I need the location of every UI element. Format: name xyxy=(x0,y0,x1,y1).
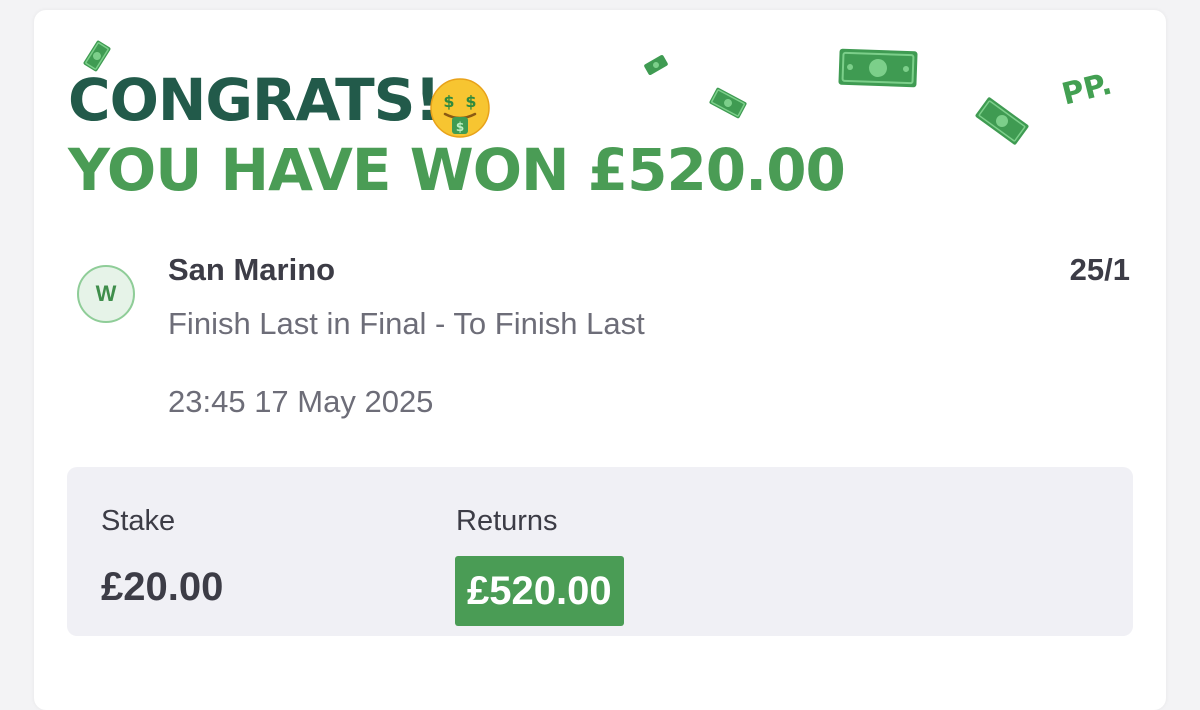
stake-label: Stake xyxy=(101,505,176,537)
market-name: Finish Last in Final - To Finish Last xyxy=(168,306,645,341)
banknote-icon xyxy=(709,87,747,119)
banknote-icon xyxy=(838,48,918,88)
returns-value: £520.00 xyxy=(455,556,624,626)
event-datetime: 23:45 17 May 2025 xyxy=(168,384,434,419)
returns-label: Returns xyxy=(456,505,558,537)
win-status-badge: W xyxy=(77,265,135,323)
banknote-icon xyxy=(975,97,1029,145)
money-mouth-face-icon: $ $ $ xyxy=(430,78,490,138)
banknote-icon xyxy=(644,55,668,75)
svg-text:$: $ xyxy=(456,120,464,134)
stake-value: £20.00 xyxy=(101,565,224,609)
svg-text:$: $ xyxy=(443,92,454,111)
odds-value: 25/1 xyxy=(1069,252,1130,287)
congrats-heading: CONGRATS! xyxy=(68,66,441,134)
win-amount-heading: YOU HAVE WON £520.00 xyxy=(68,136,846,204)
selection-name: San Marino xyxy=(168,252,336,287)
svg-text:$: $ xyxy=(465,92,476,111)
